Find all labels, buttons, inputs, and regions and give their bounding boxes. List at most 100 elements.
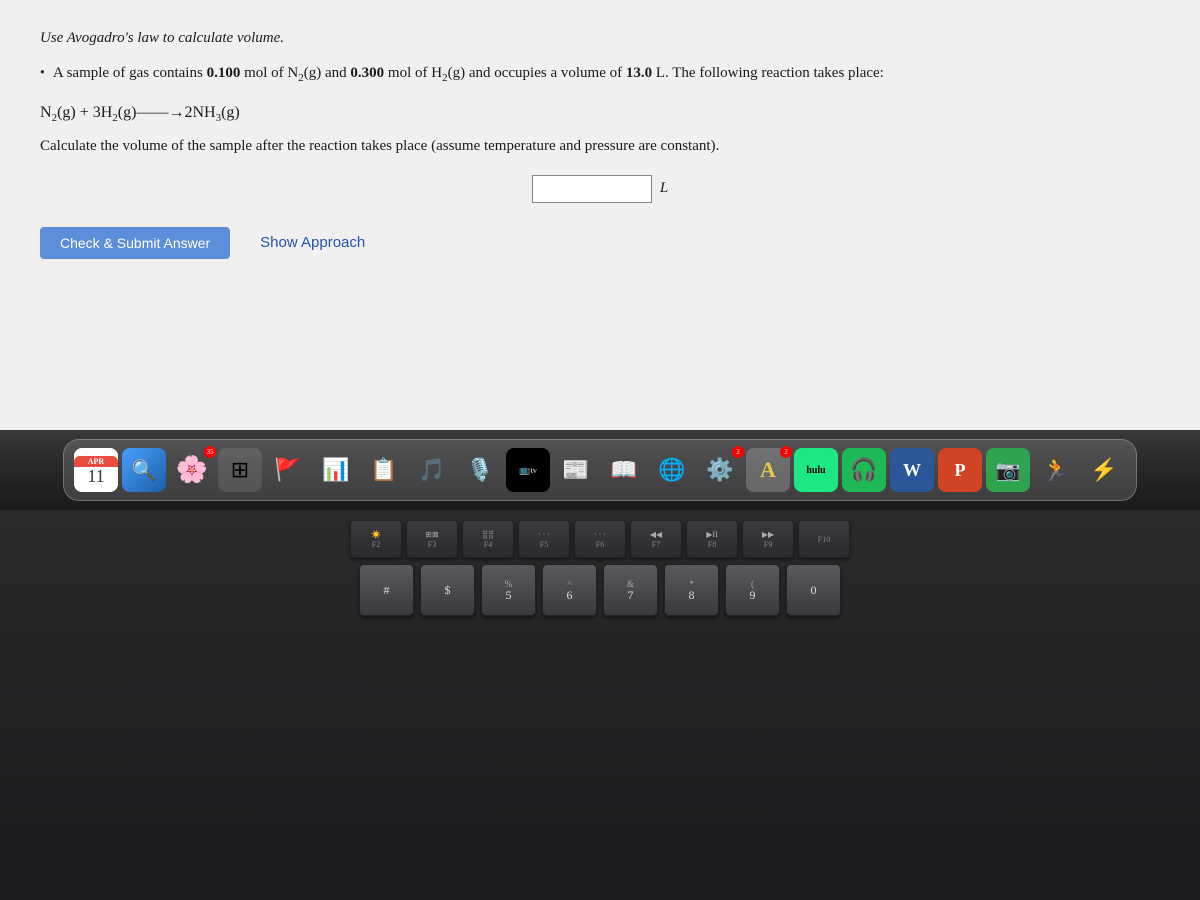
appstore-icon: 🏃 <box>1042 457 1069 483</box>
launchpad-icon: ⊞ <box>231 457 249 483</box>
word-icon: W <box>903 460 921 481</box>
key-ast-main: 8 <box>689 589 695 601</box>
dock-item-download[interactable]: 📋 <box>362 448 406 492</box>
answer-input[interactable] <box>532 175 652 203</box>
stats-icon: 📊 <box>322 457 349 483</box>
key-f7-label: F7 <box>652 540 660 549</box>
dock-item-books[interactable]: 📖 <box>602 448 646 492</box>
unit-label: L <box>660 180 668 197</box>
reaction-equation: N2(g) + 3H2(g)——→2NH3(g) <box>40 104 1160 124</box>
dock-item-finder[interactable]: 🔍 <box>122 448 166 492</box>
key-f3-sym: ⊞⊠ <box>425 530 438 539</box>
key-f10[interactable]: F10 <box>798 520 850 558</box>
music-icon: 🎵 <box>418 457 445 483</box>
dock-item-spotify[interactable]: 🎧 <box>842 448 886 492</box>
show-approach-button[interactable]: Show Approach <box>260 234 365 251</box>
dock-bar: APR 11 🔍 🌸 35 ⊞ 🚩 📊 📋 🎵 <box>63 439 1137 501</box>
key-hash[interactable]: # <box>359 564 414 616</box>
problem-body: A sample of gas contains 0.100 mol of N2… <box>53 61 884 88</box>
key-f2-label: F2 <box>372 540 380 549</box>
content-area: Use Avogadro's law to calculate volume. … <box>0 0 1200 430</box>
dock-badge-settings: 2 <box>732 446 744 458</box>
dock-item-flag[interactable]: 🚩 <box>266 448 310 492</box>
key-ampersand[interactable]: & 7 <box>603 564 658 616</box>
key-f6[interactable]: · · · F6 <box>574 520 626 558</box>
fn-key-row: ☀️ F2 ⊞⊠ F3 ⣿⣿ F4 · · · F5 · · · F6 ◀◀ F… <box>350 520 850 558</box>
dock-item-browser[interactable]: 🌐 <box>650 448 694 492</box>
dock-item-stats[interactable]: 📊 <box>314 448 358 492</box>
button-row: Check & Submit Answer Show Approach <box>40 227 1160 259</box>
answer-row: L <box>40 175 1160 203</box>
problem-container: ● A sample of gas contains 0.100 mol of … <box>40 61 1160 88</box>
key-paren-open[interactable]: ( 9 <box>725 564 780 616</box>
key-amp-main: 7 <box>628 589 634 601</box>
news-icon: 📰 <box>562 457 589 483</box>
dock-item-settings[interactable]: ⚙️ 2 <box>698 448 742 492</box>
key-f4-sym: ⣿⣿ <box>482 530 494 539</box>
dock-item-hulu[interactable]: hulu <box>794 448 838 492</box>
font-icon: A <box>760 457 776 483</box>
appletv-icon: 📺 <box>519 465 530 476</box>
appletv-label: tv <box>530 466 537 475</box>
key-hash-main: # <box>384 584 390 596</box>
key-f7[interactable]: ◀◀ F7 <box>630 520 682 558</box>
key-f5[interactable]: · · · F5 <box>518 520 570 558</box>
key-zero-main: 0 <box>811 584 817 596</box>
instruction-text: Use Avogadro's law to calculate volume. <box>40 30 1160 47</box>
key-asterisk[interactable]: * 8 <box>664 564 719 616</box>
dock-item-podcast[interactable]: 🎙️ <box>458 448 502 492</box>
misc-icon: ⚡ <box>1090 457 1117 483</box>
key-f3-label: F3 <box>428 540 436 549</box>
podcast-icon: 🎙️ <box>466 457 493 483</box>
key-f6-label: F6 <box>596 540 604 549</box>
dock-item-appletv[interactable]: 📺 tv <box>506 448 550 492</box>
facetime-icon: 📷 <box>996 458 1021 483</box>
dock-item-font[interactable]: A 2 <box>746 448 790 492</box>
dock-item-calendar[interactable]: APR 11 <box>74 448 118 492</box>
dock-item-appstore[interactable]: 🏃 <box>1034 448 1078 492</box>
key-caret[interactable]: ^ 6 <box>542 564 597 616</box>
key-f4-label: F4 <box>484 540 492 549</box>
finder-icon: 🔍 <box>132 458 157 483</box>
key-f5-sym: · · · <box>538 530 550 539</box>
dock-item-news[interactable]: 📰 <box>554 448 598 492</box>
check-submit-button[interactable]: Check & Submit Answer <box>40 227 230 259</box>
key-f8[interactable]: ▶II F8 <box>686 520 738 558</box>
key-dollar-main: $ <box>445 584 451 596</box>
key-f10-label: F10 <box>818 535 830 544</box>
key-f4[interactable]: ⣿⣿ F4 <box>462 520 514 558</box>
dock-item-misc[interactable]: ⚡ <box>1082 448 1126 492</box>
bold-value-1: 0.100 <box>207 65 241 81</box>
key-f9[interactable]: ▶▶ F9 <box>742 520 794 558</box>
dock-badge-font: 2 <box>780 446 792 458</box>
dock-badge-photos: 35 <box>204 446 216 458</box>
key-percent[interactable]: % 5 <box>481 564 536 616</box>
dock-item-launchpad[interactable]: ⊞ <box>218 448 262 492</box>
number-key-row: # $ % 5 ^ 6 & 7 * 8 ( 9 0 <box>359 564 841 616</box>
key-f2[interactable]: ☀️ F2 <box>350 520 402 558</box>
key-f3[interactable]: ⊞⊠ F3 <box>406 520 458 558</box>
key-f9-label: F9 <box>764 540 772 549</box>
dock-item-music[interactable]: 🎵 <box>410 448 454 492</box>
bullet-point: ● <box>40 67 45 76</box>
dock-item-photos[interactable]: 🌸 35 <box>170 448 214 492</box>
key-f9-sym: ▶▶ <box>762 530 774 539</box>
calendar-day: 11 <box>87 467 104 485</box>
books-icon: 📖 <box>610 457 637 483</box>
key-dollar[interactable]: $ <box>420 564 475 616</box>
calculate-text: Calculate the volume of the sample after… <box>40 138 1160 155</box>
dock-item-facetime[interactable]: 📷 <box>986 448 1030 492</box>
calendar-month: APR <box>74 456 118 467</box>
settings-icon: ⚙️ <box>706 457 733 483</box>
key-f7-sym: ◀◀ <box>650 530 662 539</box>
problem-text: A sample of gas contains 0.100 mol of N2… <box>53 65 884 81</box>
dock-item-powerpoint[interactable]: P <box>938 448 982 492</box>
dock-item-word[interactable]: W <box>890 448 934 492</box>
key-zero[interactable]: 0 <box>786 564 841 616</box>
key-caret-main: 6 <box>567 589 573 601</box>
key-percent-main: 5 <box>506 589 512 601</box>
bold-value-3: 13.0 <box>626 65 652 81</box>
key-paren-main: 9 <box>750 589 756 601</box>
flag-icon: 🚩 <box>274 457 301 483</box>
key-f8-sym: ▶II <box>706 530 717 539</box>
